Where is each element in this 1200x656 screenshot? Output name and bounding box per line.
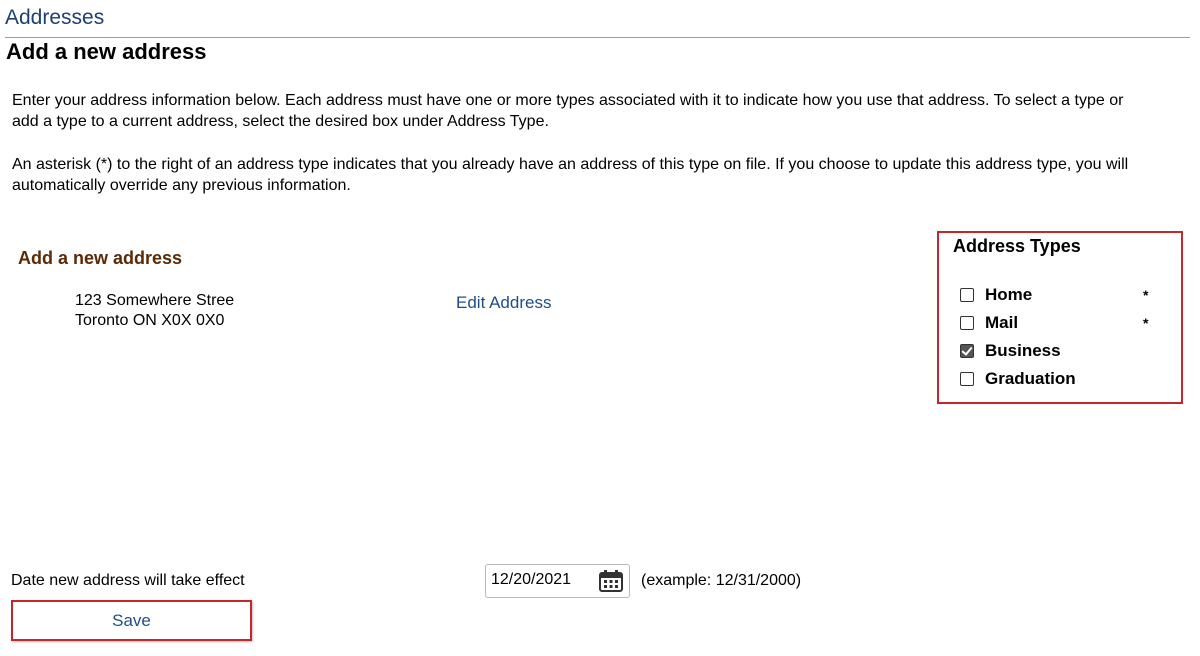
header-divider <box>5 37 1190 38</box>
address-line-2: Toronto ON X0X 0X0 <box>75 312 225 329</box>
home-label: Home <box>985 285 1033 304</box>
effective-date-field <box>485 564 630 598</box>
business-checkbox[interactable] <box>960 344 974 358</box>
effective-date-input[interactable] <box>491 571 591 589</box>
breadcrumb: Addresses <box>5 6 105 29</box>
edit-address-link[interactable]: Edit Address <box>456 293 551 313</box>
instructions-paragraph-2: An asterisk (*) to the right of an addre… <box>12 156 1129 194</box>
instructions-paragraph-1: Enter your address information below. Ea… <box>12 92 1124 130</box>
business-label: Business <box>985 341 1061 360</box>
address-block: 123 Somewhere Stree Toronto ON X0X 0X0 <box>75 291 234 331</box>
graduation-checkbox[interactable] <box>960 372 974 386</box>
effective-date-label: Date new address will take effect <box>11 572 245 589</box>
address-type-home[interactable]: Home * <box>959 285 1159 307</box>
mail-checkbox[interactable] <box>960 316 974 330</box>
address-line-1: 123 Somewhere Stree <box>75 292 235 309</box>
page-title: Add a new address <box>6 39 207 64</box>
calendar-icon[interactable] <box>599 570 623 592</box>
mail-existing-marker: * <box>1143 315 1149 331</box>
address-types-title: Address Types <box>953 236 1081 256</box>
page: Addresses Add a new address Enter your a… <box>0 0 1200 656</box>
save-button[interactable]: Save <box>11 600 252 641</box>
home-checkbox[interactable] <box>960 288 974 302</box>
instructions: Enter your address information below. Ea… <box>12 90 1152 218</box>
address-type-graduation[interactable]: Graduation <box>959 369 1159 391</box>
graduation-label: Graduation <box>985 369 1076 388</box>
address-types-panel: Address Types Home * Mail * Business Gra… <box>937 231 1183 404</box>
home-existing-marker: * <box>1143 287 1149 303</box>
date-example-hint: (example: 12/31/2000) <box>641 572 802 589</box>
mail-label: Mail <box>985 313 1019 332</box>
address-type-mail[interactable]: Mail * <box>959 313 1159 335</box>
address-type-business[interactable]: Business <box>959 341 1159 363</box>
address-section-heading: Add a new address <box>18 248 183 268</box>
